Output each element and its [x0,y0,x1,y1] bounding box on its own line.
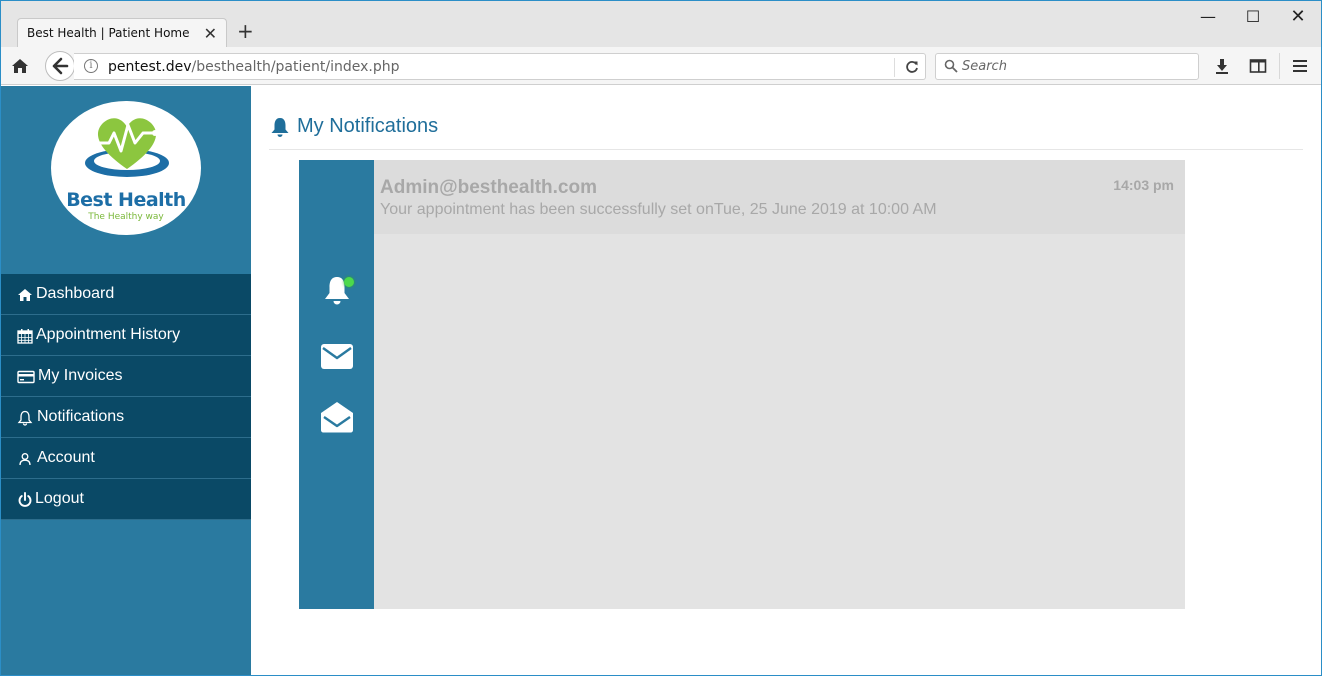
download-icon[interactable] [1213,57,1231,75]
url-path: /besthealth/patient/index.php [191,59,400,75]
url-separator [894,58,895,77]
sidebar-item-notifications[interactable]: Notifications [1,397,251,438]
search-icon [944,59,958,73]
sidebar-item-appointment-history[interactable]: Appointment History [1,315,251,356]
sidebar-item-dashboard[interactable]: Dashboard [1,274,251,315]
credit-card-icon [17,369,35,385]
sidebar-item-logout[interactable]: Logout [1,479,251,520]
browser-window: Best Health | Patient Home ✕ + — ☐ ✕ i p… [0,0,1322,676]
unread-indicator [344,277,354,287]
envelope-icon[interactable] [319,340,355,374]
url-text[interactable]: pentest.dev/besthealth/patient/index.php [108,59,399,75]
sidebar-item-my-invoices[interactable]: My Invoices [1,356,251,397]
window-minimize-button[interactable]: — [1198,7,1218,27]
notifications-panel: Admin@besthealth.com 14:03 pm Your appoi… [299,160,1185,609]
sidebar: Best Health The Healthy way Dashboard Ap… [1,86,251,675]
sidebar-menu: Dashboard Appointment History My Invoice… [1,274,251,520]
sidebar-item-label: Dashboard [36,285,115,302]
calendar-icon [17,328,33,344]
home-icon [17,287,33,303]
user-icon [17,451,33,467]
sidebar-item-label: Account [37,449,95,466]
notification-item[interactable]: Admin@besthealth.com 14:03 pm Your appoi… [374,160,1185,234]
notification-sender: Admin@besthealth.com [380,177,597,198]
heart-logo-icon [81,111,173,189]
navigation-toolbar: i pentest.dev/besthealth/patient/index.p… [1,47,1321,85]
logo-tagline: The Healthy way [88,212,164,222]
tab-title: Best Health | Patient Home [27,26,190,40]
back-button[interactable] [45,51,75,81]
url-host: pentest.dev [108,59,192,75]
main-content: My Notifications Admin@besthealth.com 14… [269,86,1303,675]
sidebar-item-account[interactable]: Account [1,438,251,479]
new-tab-button[interactable]: + [237,21,254,41]
hamburger-menu-icon[interactable] [1291,57,1309,75]
search-bar[interactable] [935,53,1199,80]
sidebar-toggle-icon[interactable] [1249,57,1267,75]
browser-tab[interactable]: Best Health | Patient Home ✕ [17,18,227,47]
search-input[interactable] [962,57,1192,76]
notification-message: Your appointment has been successfully s… [380,201,937,218]
window-maximize-button[interactable]: ☐ [1243,7,1263,27]
bell-icon[interactable] [319,274,355,308]
header-divider [269,149,1303,150]
sidebar-item-label: Notifications [37,408,125,425]
sidebar-item-label: Logout [35,490,84,507]
window-close-button[interactable]: ✕ [1288,7,1308,27]
title-bar: Best Health | Patient Home ✕ + — ☐ ✕ [1,1,1321,47]
logo-name: Best Health [66,189,186,211]
home-icon[interactable] [11,57,29,75]
sidebar-item-label: My Invoices [38,367,123,384]
bell-outline-icon [17,410,33,426]
toolbar-separator [1279,53,1280,79]
site-info-icon[interactable]: i [84,59,98,73]
envelope-open-icon[interactable] [319,400,355,434]
reload-icon[interactable] [903,58,921,76]
best-health-logo[interactable]: Best Health The Healthy way [51,101,201,235]
address-bar[interactable]: i pentest.dev/besthealth/patient/index.p… [74,53,926,80]
tab-close-icon[interactable]: ✕ [204,24,217,43]
power-icon [17,492,33,508]
bell-icon [269,116,291,138]
notification-filter-rail [299,160,374,609]
sidebar-item-label: Appointment History [36,326,181,343]
page-title: My Notifications [297,115,439,137]
page-content: Best Health The Healthy way Dashboard Ap… [1,86,1321,675]
notification-time: 14:03 pm [1113,177,1174,193]
